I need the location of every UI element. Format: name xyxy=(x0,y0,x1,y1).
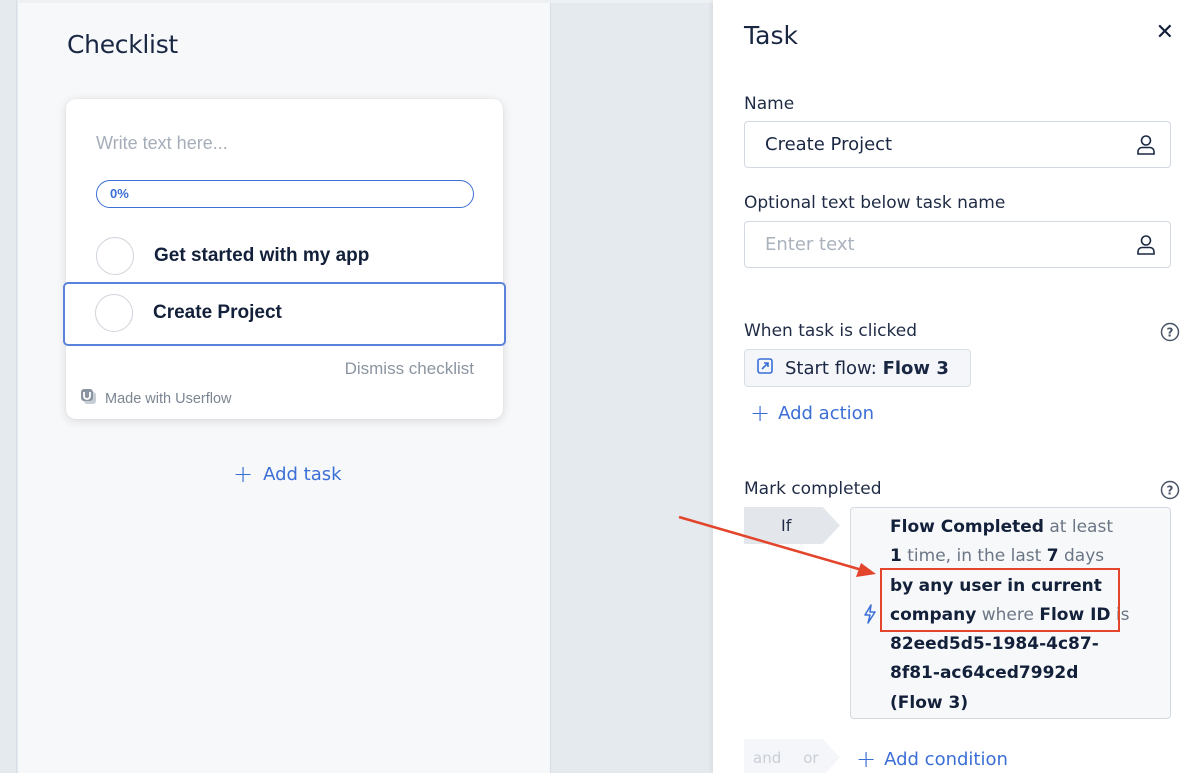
userflow-logo-icon xyxy=(80,388,97,409)
close-icon[interactable]: ✕ xyxy=(1156,22,1174,44)
svg-text:?: ? xyxy=(1167,484,1174,498)
lightning-bolt-icon xyxy=(863,604,877,628)
add-task-button[interactable]: + Add task xyxy=(233,462,342,486)
plus-icon: + xyxy=(750,399,771,427)
progress-label: 0% xyxy=(110,186,129,201)
plus-icon: + xyxy=(233,460,254,488)
mark-completed-label: Mark completed xyxy=(744,479,882,499)
action-text: Start flow: Flow 3 xyxy=(785,357,949,379)
checklist-task-selected[interactable]: Create Project xyxy=(63,282,506,346)
dismiss-checklist-link[interactable]: Dismiss checklist xyxy=(345,359,474,379)
help-icon[interactable]: ? xyxy=(1160,480,1180,504)
optional-text-input[interactable]: Enter text xyxy=(744,221,1171,268)
optional-text-placeholder: Enter text xyxy=(765,234,855,255)
and-option[interactable]: and xyxy=(753,749,781,767)
task-label: Create Project xyxy=(153,302,282,323)
name-label: Name xyxy=(744,94,795,114)
if-operator-tag: If xyxy=(744,507,840,544)
add-action-button[interactable]: + Add action xyxy=(750,401,874,425)
task-label: Get started with my app xyxy=(154,245,370,266)
task-checkbox-circle xyxy=(95,294,133,332)
help-icon[interactable]: ? xyxy=(1160,322,1180,346)
checklist-title: Checklist xyxy=(67,30,178,59)
add-condition-label: Add condition xyxy=(884,748,1008,770)
canvas-gap xyxy=(552,3,713,773)
checklist-task[interactable]: Get started with my app xyxy=(66,227,503,285)
left-sidebar-strip xyxy=(0,0,17,773)
when-clicked-label: When task is clicked xyxy=(744,321,918,341)
user-attribute-icon[interactable] xyxy=(1136,234,1156,260)
task-settings-panel: Task ✕ Name Create Project Optional text… xyxy=(713,0,1200,773)
add-condition-button[interactable]: + Add condition xyxy=(856,747,1008,771)
panel-title: Task xyxy=(744,21,798,50)
checklist-intro-text[interactable]: Write text here... xyxy=(96,133,228,154)
task-checkbox-circle xyxy=(96,237,134,275)
and-or-toggle[interactable]: and or xyxy=(744,739,840,773)
optional-text-label: Optional text below task name xyxy=(744,193,1006,213)
annotation-highlight-box xyxy=(880,568,1120,632)
branding-text: Made with Userflow xyxy=(105,390,232,407)
add-action-label: Add action xyxy=(778,402,875,424)
checklist-card: Write text here... 0% Get started with m… xyxy=(63,99,506,419)
task-name-input[interactable]: Create Project xyxy=(744,121,1171,168)
user-attribute-icon[interactable] xyxy=(1136,134,1156,160)
or-option[interactable]: or xyxy=(803,749,818,767)
svg-text:?: ? xyxy=(1167,326,1174,340)
checklist-preview-panel: Checklist Write text here... 0% Get star… xyxy=(18,3,551,773)
external-link-icon xyxy=(757,357,773,379)
add-task-label: Add task xyxy=(263,463,342,485)
task-name-value: Create Project xyxy=(765,134,893,155)
progress-bar: 0% xyxy=(96,180,474,208)
plus-icon: + xyxy=(856,745,877,773)
start-flow-action[interactable]: Start flow: Flow 3 xyxy=(744,349,971,387)
made-with-userflow[interactable]: Made with Userflow xyxy=(80,388,232,409)
